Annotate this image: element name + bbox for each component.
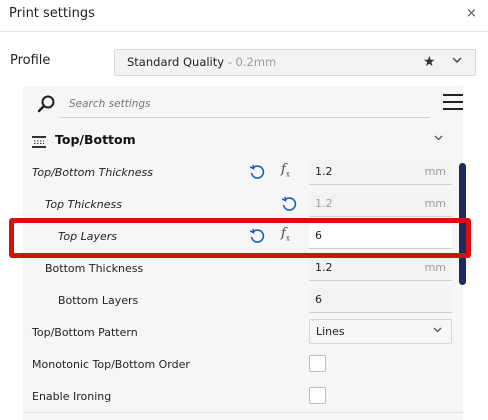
category-title[interactable]: Top/Bottom: [55, 132, 136, 147]
bottom-layers-field[interactable]: 6: [309, 288, 452, 313]
top-bottom-thickness-field[interactable]: 1.2 mm: [309, 160, 452, 185]
setting-label-top-bottom-thickness: Top/Bottom Thickness: [32, 166, 153, 179]
setting-label-bottom-thickness: Bottom Thickness: [45, 262, 144, 275]
panel-divider: [23, 412, 463, 413]
setting-label-top-thickness: Top Thickness: [45, 198, 122, 211]
collapse-chevron-icon[interactable]: [433, 132, 444, 146]
top-bottom-pattern-dropdown[interactable]: Lines: [309, 319, 452, 344]
top-thickness-field[interactable]: 1.2 mm: [309, 192, 452, 217]
setting-label-monotonic-order: Monotonic Top/Bottom Order: [32, 358, 190, 371]
search-icon: [36, 94, 56, 114]
setting-label-bottom-layers: Bottom Layers: [58, 294, 139, 307]
window-title: Print settings: [9, 6, 95, 21]
search-input[interactable]: [69, 98, 399, 110]
monotonic-order-checkbox[interactable]: [309, 355, 326, 372]
chevron-down-icon: [432, 324, 443, 338]
header-divider: [0, 31, 488, 32]
search-underline: [60, 117, 430, 118]
setting-label-enable-ironing: Enable Ironing: [32, 390, 112, 403]
profile-label: Profile: [10, 53, 51, 68]
reset-icon[interactable]: [249, 164, 265, 180]
highlight-box: [9, 218, 471, 258]
chevron-down-icon[interactable]: [451, 54, 463, 69]
setting-label-top-bottom-pattern: Top/Bottom Pattern: [32, 326, 138, 339]
star-icon[interactable]: ★: [423, 54, 436, 70]
reset-icon[interactable]: [281, 196, 297, 212]
bottom-thickness-field[interactable]: 1.2 mm: [309, 256, 452, 281]
profile-quality: - 0.2mm: [224, 55, 277, 69]
function-icon[interactable]: fx: [281, 162, 290, 179]
hamburger-menu-icon[interactable]: [443, 94, 463, 112]
close-icon[interactable]: ×: [466, 6, 477, 21]
top-bottom-category-icon: [32, 133, 46, 148]
profile-selector[interactable]: Standard Quality - 0.2mm ★: [114, 49, 476, 76]
enable-ironing-checkbox[interactable]: [309, 387, 326, 404]
profile-name: Standard Quality - 0.2mm: [127, 55, 277, 69]
